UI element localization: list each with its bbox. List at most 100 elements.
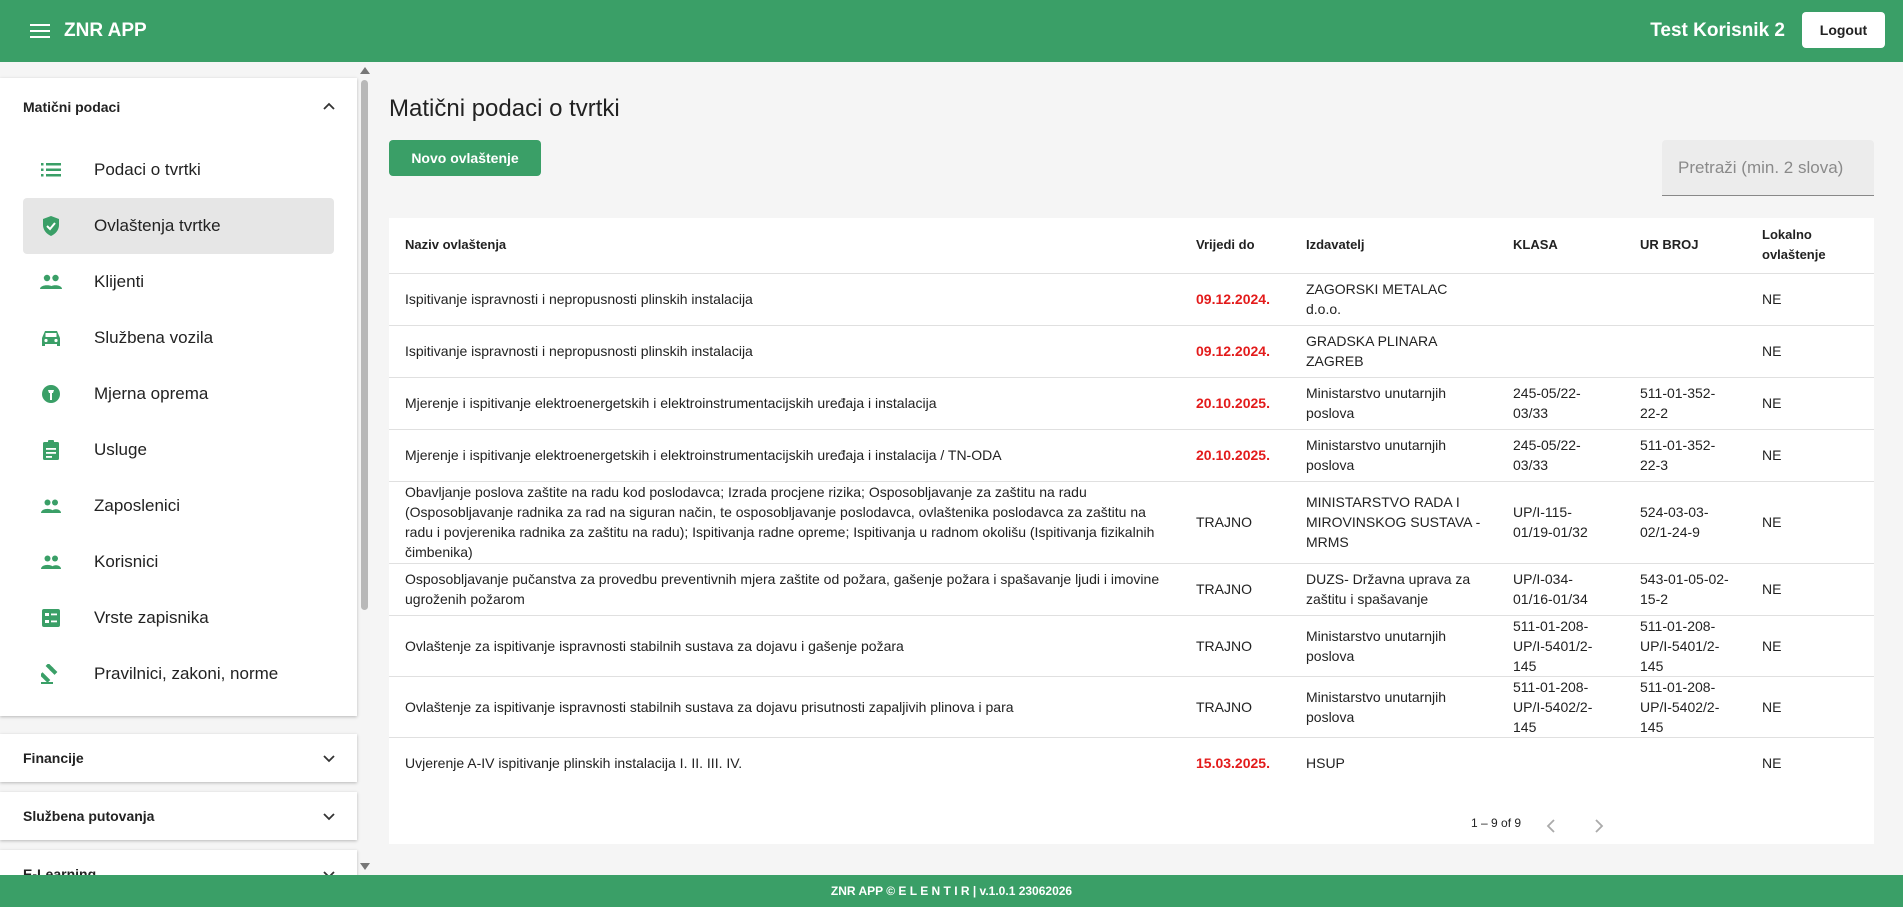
sidebar-item-label: Službena vozila [94, 328, 214, 347]
column-header-lokalno[interactable]: Lokalno ovlaštenje [1746, 218, 1874, 274]
cell-izdavatelj: DUZS- Državna uprava za zaštitu i spašav… [1290, 563, 1497, 616]
cell-naziv: Mjerenje i ispitivanje elektroenergetski… [389, 377, 1180, 430]
logout-button[interactable]: Logout [1802, 12, 1885, 48]
panel-header-sluzbena-putovanja[interactable]: Službena putovanja [0, 792, 357, 840]
cell-naziv: Ovlaštenje za ispitivanje ispravnosti st… [389, 615, 1180, 677]
search-field[interactable] [1662, 140, 1874, 196]
cell-klasa [1497, 273, 1624, 326]
measuring-icon [39, 382, 63, 406]
cell-izdavatelj: Ministarstvo unutarnjih poslova [1290, 615, 1497, 677]
cell-naziv: Uvjerenje A-IV ispitivanje plinskih inst… [405, 755, 743, 772]
sidebar-item-pravilnici[interactable]: Pravilnici, zakoni, norme [23, 646, 334, 702]
cell-naziv: Ispitivanje ispravnosti i nepropusnosti … [389, 325, 1180, 378]
cell-klasa: 511-01-208-UP/I-5401/2-145 [1497, 615, 1624, 677]
sidebar-item-label: Zaposlenici [94, 496, 180, 515]
table-row[interactable]: Osposobljavanje pučanstva za provedbu pr… [389, 563, 1874, 616]
authorizations-table-card: Naziv ovlaštenja Vrijedi do Izdavatelj K… [389, 218, 1874, 844]
cell-lokalno: NE [1746, 325, 1874, 378]
new-authorization-button[interactable]: Novo ovlaštenje [389, 140, 541, 176]
people-icon [39, 270, 63, 294]
chevron-down-icon [323, 871, 335, 875]
table-row[interactable]: Ispitivanje ispravnosti i nepropusnosti … [389, 273, 1874, 326]
panel-title: Službena putovanja [23, 808, 155, 824]
cell-vrijedi-do: TRAJNO [1180, 615, 1290, 677]
table-row[interactable]: Ovlaštenje za ispitivanje ispravnosti st… [389, 676, 1874, 738]
cell-izdavatelj: HSUP [1306, 755, 1345, 772]
column-header-ur-broj[interactable]: UR BROJ [1624, 218, 1746, 274]
sidebar-item-korisnici[interactable]: Korisnici [23, 534, 334, 590]
panel-header-financije[interactable]: Financije [0, 734, 357, 782]
sidebar-scrollbar-thumb[interactable] [361, 80, 368, 610]
sidebar-item-mjerna-oprema[interactable]: Mjerna oprema [23, 366, 334, 422]
chevron-up-icon [323, 102, 335, 110]
table-row[interactable]: Uvjerenje A-IV ispitivanje plinskih inst… [389, 737, 1874, 789]
cell-naziv: Ovlaštenje za ispitivanje ispravnosti st… [389, 676, 1180, 738]
panel-header-e-learning[interactable]: E-Learning [0, 850, 357, 875]
previous-page-icon[interactable] [1539, 814, 1563, 838]
panel-e-learning[interactable]: E-Learning [0, 850, 357, 875]
cell-naziv: Mjerenje i ispitivanje elektroenergetski… [389, 429, 1180, 482]
scroll-up-arrow-icon[interactable] [360, 66, 370, 74]
cell-izdavatelj: MINISTARSTVO RADA I MIROVINSKOG SUSTAVA … [1290, 481, 1497, 564]
cell-klasa: UP/I-115-01/19-01/32 [1497, 481, 1624, 564]
table-row[interactable]: Mjerenje i ispitivanje elektroenergetski… [389, 377, 1874, 430]
list-icon [39, 158, 63, 182]
user-name: Test Korisnik 2 [1650, 20, 1785, 41]
menu-icon[interactable] [28, 19, 52, 43]
panel-title: E-Learning [23, 866, 97, 875]
cell-naziv: Obavljanje poslova zaštite na radu kod p… [389, 481, 1180, 564]
main-content: Matični podaci o tvrtki Novo ovlaštenje … [372, 62, 1903, 875]
table-row[interactable]: Obavljanje poslova zaštite na radu kod p… [389, 481, 1874, 564]
sidebar-item-vrste-zapisnika[interactable]: Vrste zapisnika [23, 590, 334, 646]
panel-sluzbena-putovanja[interactable]: Službena putovanja [0, 792, 357, 840]
table-row[interactable]: Mjerenje i ispitivanje elektroenergetski… [389, 429, 1874, 482]
column-header-klasa[interactable]: KLASA [1497, 218, 1624, 274]
cell-izdavatelj: Ministarstvo unutarnjih poslova [1290, 377, 1497, 430]
panel-title: Financije [23, 750, 84, 766]
cell-ur-broj: 524-03-03-02/1-24-9 [1624, 481, 1746, 564]
cell-ur-broj [1624, 325, 1746, 378]
sidebar-item-label: Klijenti [94, 272, 145, 291]
gavel-icon [39, 662, 63, 686]
sidebar-item-usluge[interactable]: Usluge [23, 422, 334, 478]
footer-text: ZNR APP © E L E N T I R | v.1.0.1 230620… [830, 884, 1073, 898]
cell-klasa: UP/I-034-01/16-01/34 [1497, 563, 1624, 616]
cell-klasa [1497, 325, 1624, 378]
cell-vrijedi-do: TRAJNO [1180, 563, 1290, 616]
search-input[interactable] [1662, 140, 1874, 195]
table-row[interactable]: Ispitivanje ispravnosti i nepropusnosti … [389, 325, 1874, 378]
sidebar: Matični podaci Podaci o tvrtki Ovlaštenj… [0, 62, 372, 875]
sidebar-item-ovlastenja-tvrtke[interactable]: Ovlaštenja tvrtke [23, 198, 334, 254]
cell-klasa: 245-05/22-03/33 [1497, 377, 1624, 430]
cell-ur-broj: 543-01-05-02-15-2 [1624, 563, 1746, 616]
sidebar-item-zaposlenici[interactable]: Zaposlenici [23, 478, 334, 534]
sidebar-item-label: Usluge [94, 440, 147, 459]
scroll-down-arrow-icon[interactable] [360, 863, 370, 871]
people-outline-icon [39, 494, 63, 518]
cell-lokalno: NE [1746, 676, 1874, 738]
sidebar-item-sluzbena-vozila[interactable]: Službena vozila [23, 310, 334, 366]
sidebar-item-label: Podaci o tvrtki [94, 160, 201, 179]
cell-lokalno: NE [1762, 755, 1782, 772]
next-page-icon[interactable] [1587, 814, 1611, 838]
chevron-down-icon [323, 755, 335, 763]
cell-lokalno: NE [1746, 377, 1874, 430]
sidebar-item-klijenti[interactable]: Klijenti [23, 254, 334, 310]
cell-lokalno: NE [1746, 429, 1874, 482]
cell-izdavatelj: Ministarstvo unutarnjih poslova [1290, 676, 1497, 738]
column-header-vrijedi-do[interactable]: Vrijedi do [1180, 218, 1290, 274]
cell-lokalno: NE [1746, 481, 1874, 564]
column-header-izdavatelj[interactable]: Izdavatelj [1290, 218, 1497, 274]
cell-ur-broj: 511-01-352-22-2 [1624, 377, 1746, 430]
table-row[interactable]: Ovlaštenje za ispitivanje ispravnosti st… [389, 615, 1874, 677]
cell-lokalno: NE [1746, 615, 1874, 677]
car-icon [39, 326, 63, 350]
cell-vrijedi-do: TRAJNO [1180, 481, 1290, 564]
table-header-row: Naziv ovlaštenja Vrijedi do Izdavatelj K… [389, 218, 1874, 274]
form-list-icon [39, 606, 63, 630]
panel-financije[interactable]: Financije [0, 734, 357, 782]
top-app-bar: ZNR APP Test Korisnik 2 Logout [0, 0, 1903, 62]
panel-header-maticni-podaci[interactable]: Matični podaci [0, 78, 357, 136]
column-header-naziv[interactable]: Naziv ovlaštenja [389, 218, 1180, 274]
sidebar-item-podaci-o-tvrtki[interactable]: Podaci o tvrtki [23, 142, 334, 198]
